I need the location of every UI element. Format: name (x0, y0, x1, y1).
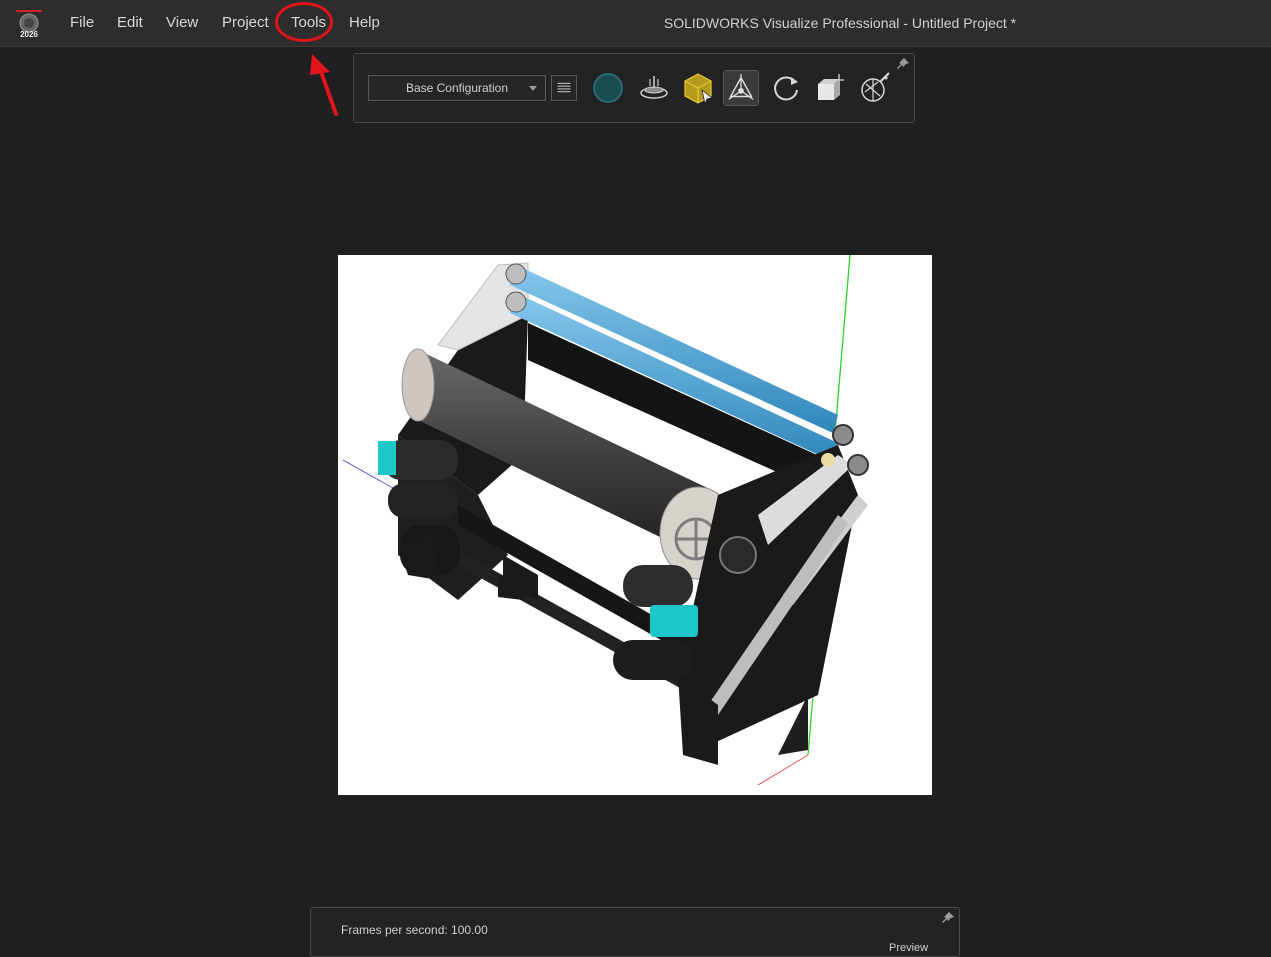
logo-badge: 2026 (20, 30, 38, 38)
3d-viewport[interactable] (338, 255, 932, 795)
machine-model-render[interactable] (338, 255, 932, 795)
solidworks-visualize-logo-icon[interactable]: 2026 (14, 8, 44, 38)
turntable-icon[interactable] (636, 70, 672, 106)
menu-view[interactable]: View (166, 13, 198, 33)
tools-highlight-annotation (275, 2, 333, 42)
menu-edit[interactable]: Edit (117, 13, 143, 33)
menu-file[interactable]: File (70, 13, 94, 33)
menu-bar: 2026 File Edit View Project Tools Help S… (0, 0, 1271, 47)
configuration-dropdown[interactable]: Base Configuration (368, 75, 546, 101)
select-model-icon[interactable] (680, 70, 716, 106)
configuration-list-icon[interactable] (551, 75, 577, 101)
annotation-arrow-icon (310, 54, 338, 116)
window-title: SOLIDWORKS Visualize Professional - Unti… (663, 15, 1017, 31)
pin-icon[interactable] (941, 911, 955, 925)
transform-gizmo-icon[interactable] (723, 70, 759, 106)
viewport-toolbar: Base Configuration (353, 53, 915, 123)
menu-project[interactable]: Project (222, 13, 269, 33)
configuration-dropdown-value: Base Configuration (405, 81, 509, 95)
reset-rotate-icon[interactable] (768, 70, 804, 106)
camera-frame-icon[interactable] (812, 70, 848, 106)
menu-help[interactable]: Help (349, 13, 380, 33)
render-effects-icon[interactable] (856, 70, 892, 106)
environment-sphere-icon[interactable] (590, 70, 626, 106)
preview-label[interactable]: Preview (889, 942, 928, 954)
chevron-down-icon (529, 86, 537, 91)
fps-readout: Frames per second: 100.00 (341, 923, 488, 937)
pin-icon[interactable] (896, 57, 910, 71)
